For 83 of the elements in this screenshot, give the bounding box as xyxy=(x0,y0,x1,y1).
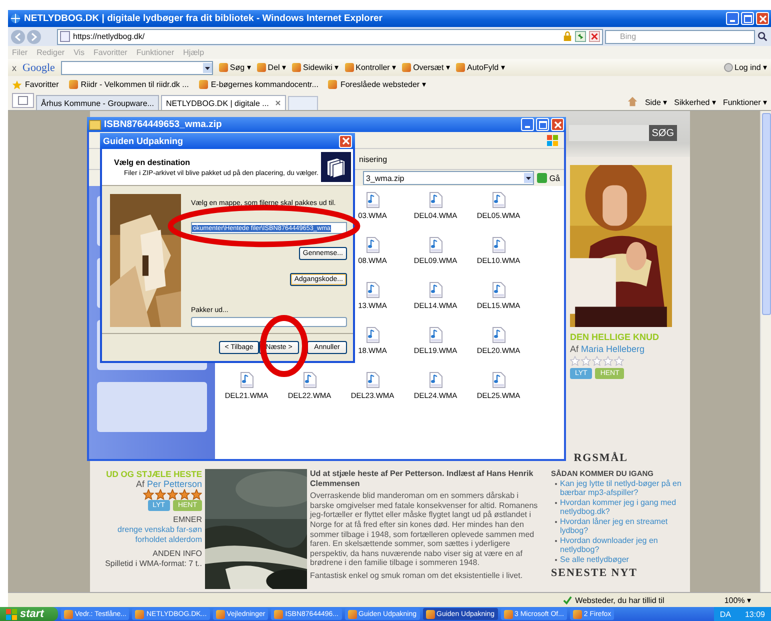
toolbar-button[interactable]: Del ▾ xyxy=(256,63,286,72)
annotation-ellipse xyxy=(259,314,309,378)
stop-icon[interactable] xyxy=(589,31,600,42)
checkmark-icon xyxy=(563,596,572,604)
start-button[interactable]: start xyxy=(0,607,58,621)
step-heading: Vælg en destination xyxy=(114,158,192,166)
zoom-button[interactable]: 100% ▾ xyxy=(724,596,751,604)
google-logo: Google xyxy=(22,62,55,74)
command-button[interactable]: Funktioner ▾ xyxy=(722,98,767,107)
audio-file-icon[interactable] xyxy=(492,237,506,253)
toolbar-button[interactable]: AutoFyld ▾ xyxy=(456,63,505,72)
favorite-link[interactable]: Riidr - Velkommen til riidr.dk ... xyxy=(68,80,189,89)
window-title: ISBN8764449653_wma.zip xyxy=(104,119,223,130)
section-heading: ANDEN INFO xyxy=(152,549,202,559)
close-toolbar-button[interactable]: x xyxy=(12,62,16,72)
scrollbar[interactable] xyxy=(760,111,771,592)
audio-file-icon[interactable] xyxy=(492,372,506,388)
minimize-button[interactable] xyxy=(726,12,739,25)
section-heading: SENESTE NYT xyxy=(551,569,639,578)
dialog-title: Guiden Udpakning xyxy=(103,136,183,146)
go-button[interactable]: Gå xyxy=(537,173,560,183)
audio-file-icon[interactable] xyxy=(366,372,380,388)
audio-file-icon[interactable] xyxy=(492,192,506,208)
audio-file-icon[interactable] xyxy=(366,282,380,298)
home-icon[interactable] xyxy=(626,96,638,107)
close-button[interactable] xyxy=(339,134,352,148)
toolbar-button[interactable]: Sidewiki ▾ xyxy=(292,63,339,72)
globe-icon xyxy=(10,13,21,24)
favorite-link[interactable]: Foreslåede websteder ▾ xyxy=(328,80,426,89)
section-heading: RGSMÅL xyxy=(574,452,628,464)
audio-file-icon[interactable] xyxy=(366,327,380,343)
close-icon[interactable] xyxy=(274,100,281,106)
windows-logo xyxy=(547,134,558,146)
close-button[interactable] xyxy=(551,118,564,131)
star-rating[interactable] xyxy=(143,489,202,500)
favorites-button[interactable]: Favoritter xyxy=(25,80,59,89)
audio-file-icon[interactable] xyxy=(302,372,316,388)
command-button[interactable]: Side ▾ xyxy=(644,98,668,107)
info-text: Spilletid i WMA-format: 7 t.. xyxy=(105,559,202,569)
page-icon xyxy=(60,31,70,42)
audio-file-icon[interactable] xyxy=(428,282,442,298)
favorite-link[interactable]: E-bøgernes kommandocentr... xyxy=(198,80,318,89)
close-button[interactable] xyxy=(756,12,769,25)
maximize-button[interactable] xyxy=(536,118,549,131)
description-text: Fantastisk enkel og smuk roman om det eksistentielle i livet. xyxy=(310,570,524,581)
audio-file-icon[interactable] xyxy=(366,192,380,208)
audio-file-icon[interactable] xyxy=(492,327,506,343)
author-prefix: Af xyxy=(136,479,144,489)
audio-file-icon[interactable] xyxy=(492,282,506,298)
lock-icon xyxy=(563,31,572,42)
browser-tab[interactable]: NETLYDBOG.DK | digitale ... xyxy=(160,95,286,110)
toolbar-button[interactable]: nisering xyxy=(359,154,388,164)
clock: 13:09 xyxy=(744,610,765,618)
description-text: Overraskende blid manderoman om en sommers dårskab i barske omgivelser med fatale konsekvenser for altid. Romanens jeg-fortæller er flyttet eller måske flygtet langt ud på østlandet i Norge for at få fred efter sin kones død. Her mindes han den sommer tilbage i 1948, som fortælleren oplevede sammen med faren. En skelsættende sommer, som sættes i yderligere perspektiv, da hans nuværende nabo viser sig at være en af brødrene i den familie tilbage i sommeren 1948. xyxy=(310,491,539,568)
audio-file-icon[interactable] xyxy=(366,237,380,253)
search-field[interactable] xyxy=(568,125,649,141)
search-button[interactable]: SØG xyxy=(648,125,677,141)
toolbar-button[interactable]: Kontroller ▾ xyxy=(344,63,396,72)
refresh-icon[interactable] xyxy=(575,31,586,42)
audio-file-icon[interactable] xyxy=(428,327,442,343)
restore-button[interactable] xyxy=(741,12,754,25)
audio-file-icon[interactable] xyxy=(428,237,442,253)
star-icon[interactable] xyxy=(12,80,22,90)
folder-icon xyxy=(89,120,101,130)
book-headline: Ud at stjæle heste af Per Petterson. Indlæst af Hans Henrik Clemmensen xyxy=(310,469,534,488)
audio-file-icon[interactable] xyxy=(428,372,442,388)
address-field[interactable]: 3_wma.zip xyxy=(363,171,534,185)
login-button[interactable]: Log ind ▾ xyxy=(724,63,767,72)
command-button[interactable]: Sikkerhed ▾ xyxy=(674,98,716,107)
section-heading: EMNER xyxy=(173,515,202,525)
audio-file-icon[interactable] xyxy=(428,192,442,208)
search-icon[interactable] xyxy=(757,31,768,42)
search-field[interactable] xyxy=(60,60,213,74)
toolbar-button[interactable]: Oversæt ▾ xyxy=(402,63,450,72)
window-title: NETLYDBOG.DK | digitale lydbøger fra dit bibliotek - Windows Internet Explorer xyxy=(24,13,384,24)
author-prefix: Af xyxy=(570,344,579,354)
audio-file-icon[interactable] xyxy=(240,372,254,388)
security-zone: Websteder, du har tillid til xyxy=(575,596,666,604)
toolbar-button[interactable]: Søg ▾ xyxy=(218,63,251,72)
quick-tabs-icon[interactable] xyxy=(12,93,34,108)
address-field[interactable]: https://netlydbog.dk/ xyxy=(57,28,603,44)
minimize-button[interactable] xyxy=(521,118,534,131)
browser-tab[interactable]: Århus Kommune - Groupware... xyxy=(36,95,159,110)
